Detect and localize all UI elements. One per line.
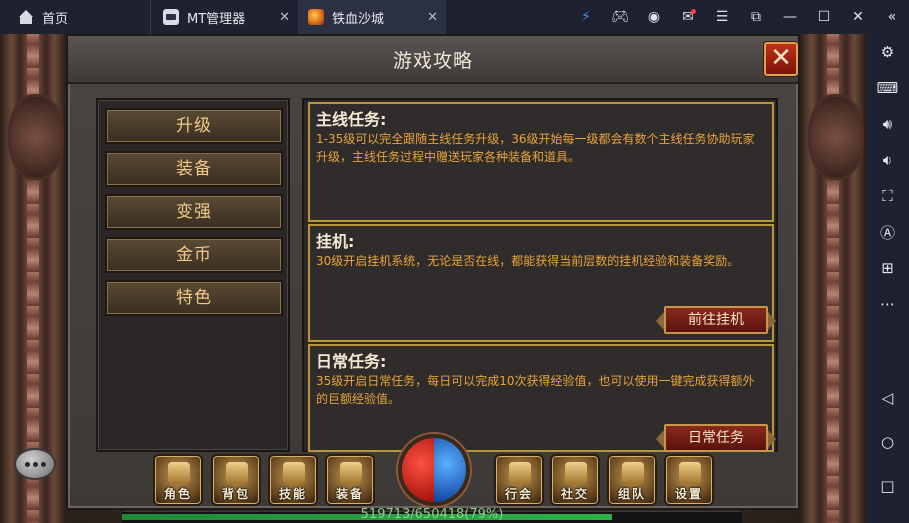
- section-title: 主线任务:: [316, 110, 387, 129]
- bolt-icon[interactable]: ⚡: [569, 0, 603, 34]
- hud-label: 组队: [617, 487, 646, 501]
- maximize-icon[interactable]: ☐: [807, 0, 841, 34]
- hp-orb: [402, 438, 434, 502]
- emulator-side-toolbar: ⚙ ⌨ 🔊︎ 🔉︎ ⛶ Ⓐ ⊞ ⋯ ◁ ○ □: [866, 34, 909, 523]
- mp-orb: [434, 438, 466, 502]
- home-icon[interactable]: ○: [866, 427, 909, 457]
- hud-label: 角色: [163, 487, 192, 501]
- panel-title: 游戏攻略: [392, 50, 473, 72]
- emulator-tab-bar: 首页 MT管理器 ✕ 铁血沙城 ✕ ⚡ 🎮︎ ◉ ✉ ☰ ⧉ — ☐ ✕ «: [0, 0, 909, 34]
- hud-guild-button[interactable]: 行会: [494, 454, 544, 506]
- hud-settings-button[interactable]: 设置: [664, 454, 714, 506]
- menu-item-strengthen[interactable]: 变强: [105, 194, 283, 230]
- mt-manager-icon: [163, 9, 179, 25]
- equipment-icon: [340, 462, 362, 484]
- volume-up-icon[interactable]: 🔊︎: [866, 109, 909, 139]
- gamepad-icon[interactable]: 🎮︎: [603, 0, 637, 34]
- menu-item-features[interactable]: 特色: [105, 280, 283, 316]
- xp-text: 519713/650418(79%): [360, 507, 504, 522]
- menu-item-upgrade[interactable]: 升级: [105, 108, 283, 144]
- auto-icon[interactable]: Ⓐ: [866, 217, 909, 247]
- chat-icon[interactable]: [14, 448, 56, 480]
- tab-home[interactable]: 首页: [0, 0, 150, 34]
- guide-menu: 升级 装备 变强 金币 特色: [96, 98, 290, 452]
- window-controls: ⚡ 🎮︎ ◉ ✉ ☰ ⧉ — ☐ ✕ «: [569, 0, 909, 34]
- collapse-icon[interactable]: «: [875, 0, 909, 34]
- section-body: 30级开启挂机系统，无论是否在线，都能获得当前层数的挂机经验和装备奖励。: [316, 254, 740, 268]
- section-title: 日常任务:: [316, 352, 387, 371]
- hud-label: 技能: [278, 487, 307, 501]
- section-main-quest: 主线任务: 1-35级可以完全跟随主线任务升级，36级开始每一级都会有数个主线任…: [308, 102, 774, 222]
- hud-social-button[interactable]: 社交: [550, 454, 600, 506]
- social-icon: [565, 462, 587, 484]
- hud-equipment-button[interactable]: 装备: [325, 454, 375, 506]
- character-icon: [168, 462, 190, 484]
- panel-close-button[interactable]: ✕: [764, 42, 798, 76]
- add-window-icon[interactable]: ⊞: [866, 253, 909, 283]
- back-icon[interactable]: ◁: [866, 383, 909, 413]
- bag-icon: [226, 462, 248, 484]
- hud-character-button[interactable]: 角色: [153, 454, 203, 506]
- guide-content: 主线任务: 1-35级可以完全跟随主线任务升级，36级开始每一级都会有数个主线任…: [302, 98, 778, 452]
- hud-label: 装备: [335, 487, 364, 501]
- section-daily-quest: 日常任务: 35级开启日常任务，每日可以完成10次获得经验值，也可以使用一键完成…: [308, 344, 776, 452]
- hud-label: 设置: [674, 487, 703, 501]
- home-icon: [18, 9, 34, 25]
- skills-icon: [283, 462, 305, 484]
- tab-mt-manager-label: MT管理器: [187, 11, 246, 27]
- tab-close-icon[interactable]: ✕: [427, 10, 438, 25]
- tab-close-icon[interactable]: ✕: [279, 10, 290, 25]
- recent-icon[interactable]: □: [866, 471, 909, 501]
- hud-team-button[interactable]: 组队: [607, 454, 657, 506]
- account-icon[interactable]: ◉: [637, 0, 671, 34]
- team-icon: [622, 462, 644, 484]
- tab-home-label: 首页: [42, 11, 69, 27]
- menu-item-equipment[interactable]: 装备: [105, 151, 283, 187]
- mail-icon[interactable]: ✉: [671, 0, 705, 34]
- game-app-icon: [308, 9, 324, 25]
- close-icon[interactable]: ✕: [841, 0, 875, 34]
- menu-icon[interactable]: ☰: [705, 0, 739, 34]
- decorative-pillar: [800, 34, 866, 523]
- section-body: 1-35级可以完全跟随主线任务升级，36级开始每一级都会有数个主线任务协助玩家升…: [316, 132, 755, 164]
- section-idle: 挂机: 30级开启挂机系统，无论是否在线，都能获得当前层数的挂机经验和装备奖励。…: [308, 224, 776, 342]
- tab-game-label: 铁血沙城: [332, 11, 385, 27]
- game-viewport: 游戏攻略 ✕ 升级 装备 变强 金币 特色 主线任务: 1-35级可以完全跟随主…: [0, 34, 866, 523]
- more-icon[interactable]: ⋯: [866, 289, 909, 319]
- gear-icon: [679, 462, 701, 484]
- daily-quest-button[interactable]: 日常任务: [656, 424, 776, 452]
- volume-down-icon[interactable]: 🔉︎: [866, 145, 909, 175]
- restore-icon[interactable]: ⧉: [739, 0, 773, 34]
- section-body: 35级开启日常任务，每日可以完成10次获得经验值，也可以使用一键完成获得额外的巨…: [316, 374, 755, 406]
- guild-icon: [509, 462, 531, 484]
- menu-item-gold[interactable]: 金币: [105, 237, 283, 273]
- hud-label: 行会: [504, 487, 533, 501]
- section-title: 挂机:: [316, 232, 355, 251]
- tab-game[interactable]: 铁血沙城 ✕: [298, 0, 446, 34]
- settings-icon[interactable]: ⚙: [866, 37, 909, 67]
- hud-bag-button[interactable]: 背包: [211, 454, 261, 506]
- go-idle-button[interactable]: 前往挂机: [656, 306, 776, 334]
- minimize-icon[interactable]: —: [773, 0, 807, 34]
- screenshot-icon[interactable]: ⛶: [866, 181, 909, 211]
- hud-label: 社交: [560, 487, 589, 501]
- hud-label: 背包: [221, 487, 250, 501]
- tab-mt-manager[interactable]: MT管理器 ✕: [150, 0, 298, 34]
- hp-mp-orb: [398, 434, 470, 506]
- keyboard-icon[interactable]: ⌨: [866, 73, 909, 103]
- hud-skills-button[interactable]: 技能: [268, 454, 318, 506]
